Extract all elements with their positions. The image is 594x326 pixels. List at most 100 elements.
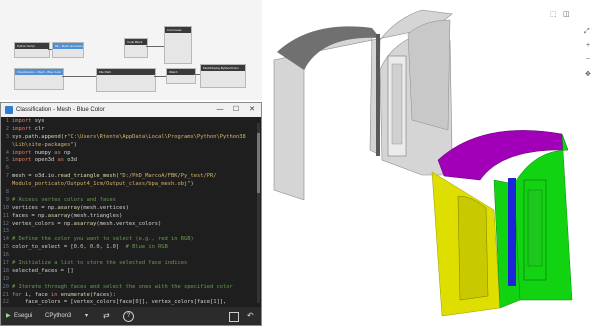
graph-node[interactable]: Classification - Mesh - Blue Color (14, 68, 64, 90)
code-line[interactable]: 18 selected_faces = [] (1, 268, 259, 276)
scrollbar-thumb[interactable] (257, 133, 260, 193)
line-number: 5 (5, 157, 9, 164)
graph-node[interactable]: Watch (166, 68, 196, 84)
code-token: asarray (47, 212, 71, 219)
code-token: \Lib\site-packages" (12, 141, 74, 148)
node-graph-canvas[interactable]: Python Script ML - Mesh processing Class… (0, 0, 262, 100)
graph-node[interactable]: ML - Mesh processing (52, 42, 84, 58)
minimize-icon[interactable]: — (213, 103, 227, 117)
code-line[interactable]: Modulo_porticato/Output4_1cm/Output_clas… (1, 181, 259, 189)
graph-node[interactable]: Python Script (14, 42, 50, 58)
line-number: 3 (5, 133, 9, 140)
help-icon[interactable]: ? (123, 311, 134, 322)
engine-dropdown[interactable]: CPython3 (45, 307, 71, 325)
code-scrollbar[interactable] (257, 123, 260, 303)
code-line[interactable]: 5 import open3d as o3d (1, 157, 259, 165)
code-line[interactable]: 12 vertex_colors = np.asarray(mesh.vertex… (1, 221, 259, 229)
code-line[interactable]: 17 # Initialize a list to store the selec… (1, 260, 259, 268)
code-token: open3d (31, 157, 58, 164)
node-wire (146, 46, 164, 47)
code-token: color_to_select = [ (12, 244, 74, 251)
code-token: sys (31, 118, 45, 124)
save-icon[interactable] (229, 312, 239, 322)
node-title: Classification - Mesh - Blue Color (15, 69, 63, 75)
graph-node[interactable]: MeshDisplay.ByMeshColor (200, 64, 246, 88)
play-icon[interactable]: ▶ (6, 307, 11, 325)
graph-node[interactable]: Code Block (124, 38, 148, 58)
node-wire (62, 76, 96, 77)
code-token: (faces): (89, 291, 116, 298)
node-title: ML - Mesh processing (53, 43, 83, 49)
3d-viewport[interactable]: ⬚ ◫ ⤢ + − ✥ (262, 0, 594, 326)
code-token: read_triangle_mesh (57, 173, 116, 180)
code-token: import (12, 125, 32, 132)
line-number: 18 (2, 267, 10, 274)
code-token: asarray (73, 220, 97, 227)
code-token: o3d (63, 157, 77, 164)
code-line[interactable]: 7 mesh = o3d.io.read_triangle_mesh("D:/Ph… (1, 173, 259, 181)
node-title: MeshDisplay.ByMeshColor (201, 65, 245, 71)
code-line[interactable]: \Lib\site-packages") (1, 142, 259, 150)
code-line[interactable]: 2 import clr (1, 126, 259, 134)
code-line[interactable]: 19 (1, 276, 259, 284)
code-token: 0.0, 0.0, 1.0 (73, 244, 116, 251)
swap-icon[interactable]: ⇄ (103, 307, 110, 325)
code-token: ) (73, 141, 77, 148)
line-number: 20 (2, 283, 10, 290)
code-token: np (60, 149, 71, 156)
code-token: for (12, 291, 22, 298)
code-line[interactable]: 16 (1, 252, 259, 260)
code-line[interactable]: 10 vertices = np.asarray(mesh.vertices) (1, 205, 259, 213)
graph-node[interactable]: File Path (96, 68, 156, 92)
code-token: (mesh.triangles) (70, 212, 123, 219)
close-icon[interactable]: ✕ (245, 103, 259, 117)
maximize-icon[interactable]: ☐ (229, 103, 243, 117)
code-token: "D:/PhD_MarcoA/FBK/Py_test/PR/ (119, 173, 217, 180)
code-token: clr (31, 125, 45, 132)
code-line[interactable]: 14 # Define the color you want to select … (1, 236, 259, 244)
code-line[interactable]: 13 (1, 228, 259, 236)
line-number: 11 (2, 212, 10, 219)
node-wire (194, 74, 200, 75)
code-token: enumerate (60, 291, 90, 298)
code-token: ) (190, 181, 194, 188)
graph-node[interactable]: List.Create (164, 26, 192, 64)
code-line[interactable]: 20 # Iterate through faces and select the… (1, 284, 259, 292)
line-number: 4 (5, 149, 9, 156)
code-line[interactable]: 21 for i, face in enumerate(faces): (1, 292, 259, 300)
code-token: asarray (57, 204, 81, 211)
line-number: 10 (2, 204, 10, 211)
undo-icon[interactable]: ↶ (247, 307, 254, 325)
line-number: 14 (2, 236, 10, 243)
code-line[interactable]: 8 (1, 189, 259, 197)
classified-arch-model (431, 130, 573, 317)
run-button[interactable]: Esegui (14, 307, 32, 325)
code-token: import (12, 149, 32, 156)
line-number: 17 (2, 260, 10, 267)
line-number: 12 (2, 220, 10, 227)
node-title: Code Block (125, 39, 147, 45)
editor-title-bar[interactable]: Classification - Mesh - Blue Color — ☐ ✕ (1, 103, 261, 117)
editor-status-bar: ▶ Esegui CPython3 ▾ ⇄ ? ↶ (1, 307, 261, 325)
code-token: Modulo_porticato/Output4_1cm/Output_clas… (12, 181, 191, 188)
code-line[interactable]: 6 (1, 165, 259, 173)
node-title: List.Create (165, 27, 191, 33)
code-token: numpy (31, 149, 55, 156)
code-line[interactable]: 11 faces = np.asarray(mesh.triangles) (1, 213, 259, 221)
code-area[interactable]: 1 import sys 2 import clr 3 sys.path.append(r… (1, 118, 259, 308)
code-line[interactable]: 3 sys.path.append(r"C:\Users\Rtente\AppDa… (1, 134, 259, 142)
code-token: mesh = o3d.io. (12, 173, 58, 180)
chevron-down-icon[interactable]: ▾ (85, 307, 88, 325)
code-token: vertices = np. (12, 204, 58, 211)
node-title: Watch (167, 69, 195, 75)
code-line[interactable]: 15 color_to_select = [0.0, 0.0, 1.0] # Bl… (1, 244, 259, 252)
code-token: face_colors = [vertex_colors[face[ (12, 299, 136, 306)
code-token: # Access vertex colors and faces (12, 196, 116, 203)
code-line[interactable]: 9 # Access vertex colors and faces (1, 197, 259, 205)
line-number: 2 (5, 125, 9, 132)
python-editor-window[interactable]: Classification - Mesh - Blue Color — ☐ ✕… (0, 102, 262, 326)
app-icon (5, 106, 13, 114)
code-line[interactable]: 4 import numpy as np (1, 150, 259, 158)
code-line[interactable]: 1 import sys (1, 118, 259, 126)
node-title: Python Script (15, 43, 49, 49)
